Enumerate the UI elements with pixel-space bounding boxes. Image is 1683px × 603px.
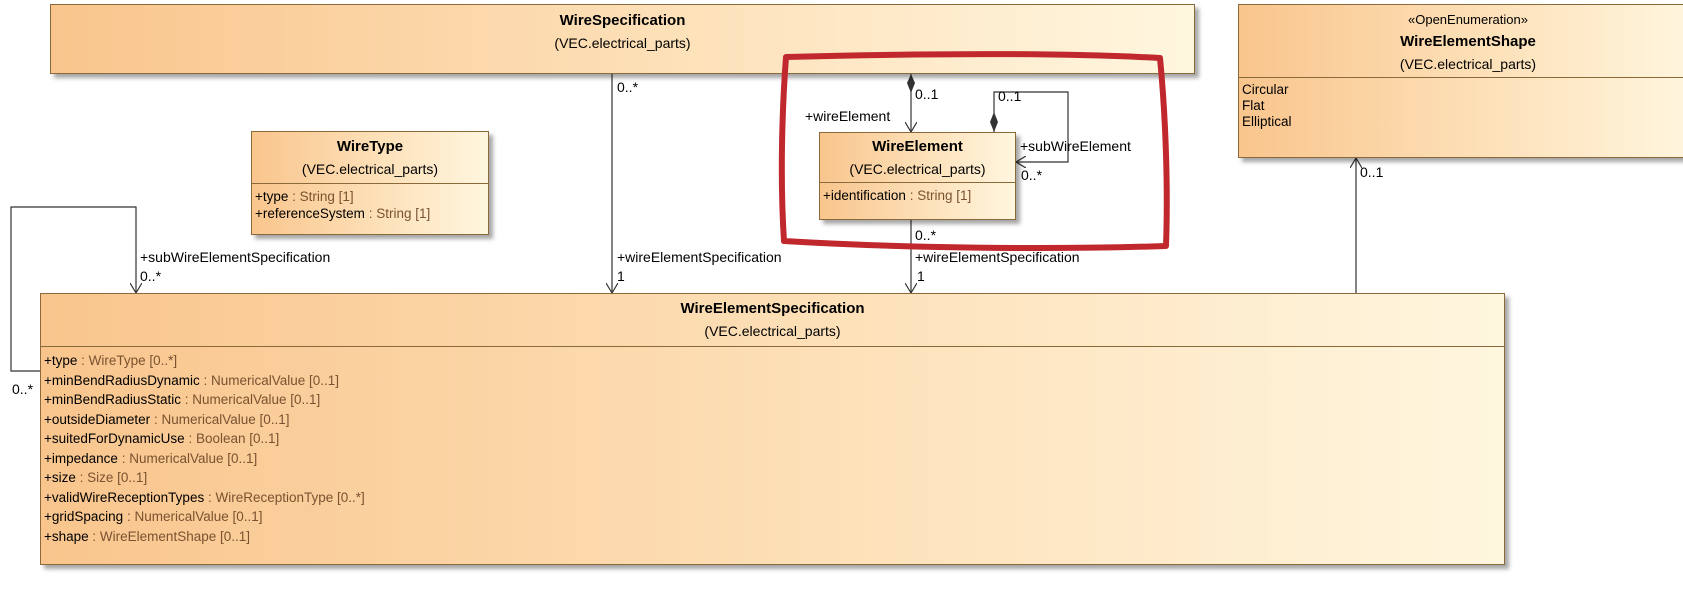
element-spec-top-multiplicity: 0..* bbox=[915, 227, 937, 243]
sub-composition-diamond bbox=[990, 112, 998, 132]
spec-top-multiplicity-label: 0..* bbox=[617, 79, 639, 95]
self-multiplicity-label: 0..* bbox=[12, 381, 34, 397]
attribute-row: +suitedForDynamicUse : Boolean [0..1] bbox=[44, 431, 280, 446]
wire-element-multiplicity-label: 0..1 bbox=[915, 86, 939, 102]
class-attributes: +type : String [1] +referenceSystem : St… bbox=[252, 183, 488, 226]
wire-type-class[interactable]: WireType (VEC.electrical_parts) +type : … bbox=[251, 131, 489, 235]
enum-literal: Circular bbox=[1242, 82, 1289, 97]
attribute-row: +minBendRadiusDynamic : NumericalValue [… bbox=[44, 372, 340, 388]
class-name: WireSpecification bbox=[559, 12, 686, 29]
enum-name: WireElementShape bbox=[1400, 33, 1536, 50]
class-attributes: +identification : String [1] bbox=[820, 182, 1015, 208]
enum-package: (VEC.electrical_parts) bbox=[1399, 56, 1537, 72]
wire-specification-class[interactable]: WireSpecification (VEC.electrical_parts) bbox=[50, 4, 1195, 74]
attribute-row: +type : String [1] bbox=[255, 189, 354, 204]
attribute-row: +validWireReceptionTypes : WireReception… bbox=[44, 489, 365, 505]
spec-bottom-multiplicity-label: 1 bbox=[617, 268, 625, 284]
class-name: WireElementSpecification bbox=[680, 300, 865, 317]
attribute-row: +outsideDiameter : NumericalValue [0..1] bbox=[44, 411, 290, 427]
wire-element-class[interactable]: WireElement (VEC.electrical_parts) +iden… bbox=[819, 132, 1016, 220]
sub-wire-element-top-multiplicity: 0..1 bbox=[998, 88, 1022, 104]
enum-literal: Elliptical bbox=[1242, 114, 1292, 129]
enum-literals: Circular Flat Elliptical bbox=[1239, 77, 1683, 134]
sub-spec-multiplicity-label: 0..* bbox=[140, 268, 162, 284]
wire-element-shape-enum[interactable]: «OpenEnumeration» WireElementShape (VEC.… bbox=[1238, 4, 1683, 158]
attribute-row: +gridSpacing : NumericalValue [0..1] bbox=[44, 509, 263, 524]
class-name: WireElement bbox=[872, 138, 963, 155]
wire-element-role-label: +wireElement bbox=[805, 108, 891, 124]
class-package: (VEC.electrical_parts) bbox=[704, 323, 841, 339]
element-spec-bottom-multiplicity: 1 bbox=[917, 268, 925, 284]
attribute-row: +referenceSystem : String [1] bbox=[255, 206, 431, 221]
composition-diamond bbox=[907, 74, 915, 93]
attribute-row: +impedance : NumericalValue [0..1] bbox=[44, 450, 258, 466]
wire-element-specification-class[interactable]: WireElementSpecification (VEC.electrical… bbox=[40, 293, 1505, 565]
attribute-row: +size : Size [0..1] bbox=[44, 470, 148, 485]
class-package: (VEC.electrical_parts) bbox=[301, 161, 439, 177]
enum-stereotype: «OpenEnumeration» bbox=[1408, 12, 1528, 27]
attribute-row: +type : WireType [0..*] bbox=[44, 353, 178, 368]
sub-wire-element-bottom-multiplicity: 0..* bbox=[1021, 167, 1043, 183]
element-spec-role-label: +wireElementSpecification bbox=[915, 249, 1080, 265]
enum-literal: Flat bbox=[1242, 98, 1265, 113]
class-name: WireType bbox=[336, 138, 404, 155]
class-package: (VEC.electrical_parts) bbox=[554, 35, 691, 51]
spec-role-label: +wireElementSpecification bbox=[617, 249, 782, 265]
class-package: (VEC.electrical_parts) bbox=[849, 161, 986, 177]
sub-spec-role-label: +subWireElementSpecification bbox=[140, 249, 331, 265]
sub-wire-element-role-label: +subWireElement bbox=[1020, 138, 1131, 154]
class-attributes: +type : WireType [0..*] +minBendRadiusDy… bbox=[41, 346, 1504, 550]
attribute-row: +shape : WireElementShape [0..1] bbox=[44, 528, 250, 544]
attribute-row: +identification : String [1] bbox=[823, 188, 972, 203]
shape-multiplicity-label: 0..1 bbox=[1360, 164, 1384, 180]
attribute-row: +minBendRadiusStatic : NumericalValue [0… bbox=[44, 392, 321, 407]
